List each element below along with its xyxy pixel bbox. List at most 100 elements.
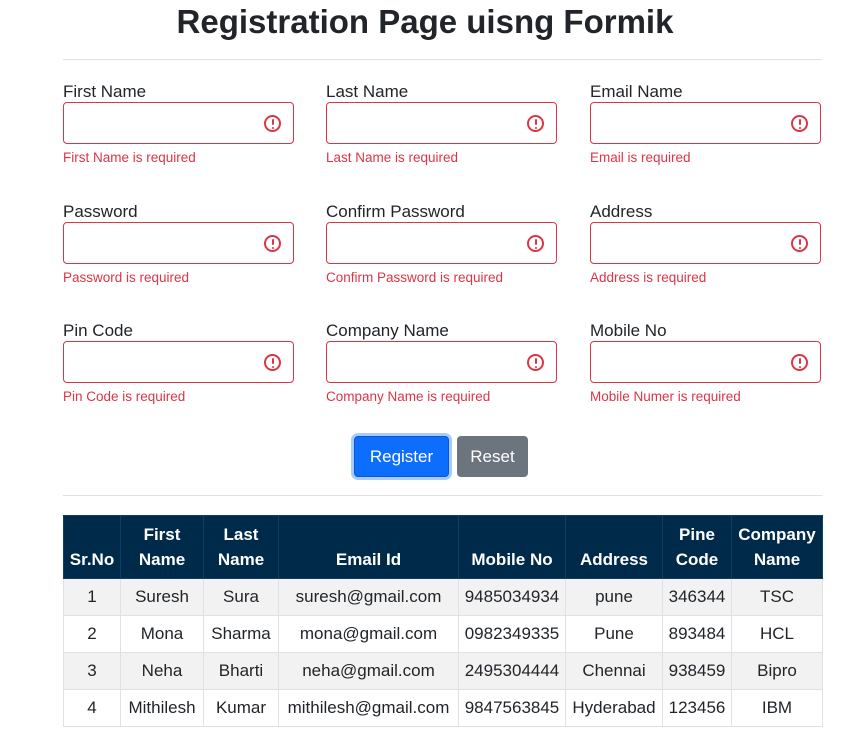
cell-mobile-no: 2495304444 [458, 652, 566, 690]
cell-last-name: Bharti [203, 652, 279, 690]
confirm-password-label: Confirm Password [326, 202, 465, 221]
email-group: Email Name Email is required [590, 80, 821, 165]
first-name-error: First Name is required [63, 150, 196, 165]
table-row: 1 Suresh Sura suresh@gmail.com 948503493… [63, 578, 823, 616]
table-row: 2 Mona Sharma mona@gmail.com 0982349335 … [63, 615, 823, 653]
address-input[interactable] [591, 223, 820, 263]
header-address: Address [565, 515, 663, 579]
last-name-error: Last Name is required [326, 150, 459, 165]
password-label: Password [63, 202, 138, 221]
cell-pine-code: 346344 [662, 578, 732, 616]
cell-first-name: Mithilesh [120, 689, 204, 727]
confirm-password-input[interactable] [327, 223, 556, 263]
cell-pine-code: 893484 [662, 615, 732, 653]
table-row: 3 Neha Bharti neha@gmail.com 2495304444 … [63, 652, 823, 690]
password-error: Password is required [63, 270, 190, 285]
cell-first-name: Suresh [120, 578, 204, 616]
mobile-no-box[interactable] [590, 341, 821, 383]
address-label: Address [590, 202, 653, 221]
email-label: Email Name [590, 82, 683, 101]
cell-sr-no: 2 [63, 615, 121, 653]
confirm-password-error: Confirm Password is required [326, 270, 504, 285]
cell-sr-no: 4 [63, 689, 121, 727]
exclamation-circle-icon [264, 354, 281, 371]
email-input[interactable] [591, 103, 820, 143]
cell-email-id: neha@gmail.com [278, 652, 459, 690]
password-box[interactable] [63, 222, 294, 264]
reset-button[interactable]: Reset [457, 436, 528, 477]
exclamation-circle-icon [791, 354, 808, 371]
exclamation-circle-icon [527, 115, 544, 132]
exclamation-circle-icon [791, 235, 808, 252]
mobile-no-group: Mobile No Mobile Numer is required [590, 319, 821, 404]
last-name-input[interactable] [327, 103, 556, 143]
first-name-label: First Name [63, 82, 147, 101]
exclamation-circle-icon [264, 235, 281, 252]
cell-address: Hyderabad [565, 689, 663, 727]
header-first-name: First Name [120, 515, 204, 579]
address-group: Address Address is required [590, 200, 821, 285]
mobile-no-label: Mobile No [590, 321, 667, 340]
first-name-box[interactable] [63, 102, 294, 144]
first-name-input[interactable] [64, 103, 293, 143]
users-table: Sr.No First Name Last Name Email Id Mobi… [63, 515, 823, 727]
header-last-name: Last Name [203, 515, 279, 579]
cell-pine-code: 123456 [662, 689, 732, 727]
last-name-label: Last Name [326, 82, 409, 101]
last-name-group: Last Name Last Name is required [326, 80, 557, 165]
header-company-name: Company Name [731, 515, 823, 579]
table-header-row: Sr.No First Name Last Name Email Id Mobi… [63, 515, 823, 579]
header-sr-no: Sr.No [63, 515, 121, 579]
cell-company-name: TSC [731, 578, 823, 616]
mobile-no-input[interactable] [591, 342, 820, 382]
header-pine-code: Pine Code [662, 515, 732, 579]
cell-mobile-no: 9847563845 [458, 689, 566, 727]
cell-mobile-no: 9485034934 [458, 578, 566, 616]
cell-email-id: mona@gmail.com [278, 615, 459, 653]
table-row: 4 Mithilesh Kumar mithilesh@gmail.com 98… [63, 689, 823, 727]
password-group: Password Password is required [63, 200, 294, 285]
cell-first-name: Mona [120, 615, 204, 653]
header-mobile-no: Mobile No [458, 515, 566, 579]
email-box[interactable] [590, 102, 821, 144]
register-button[interactable]: Register [354, 436, 449, 477]
cell-last-name: Kumar [203, 689, 279, 727]
company-name-box[interactable] [326, 341, 557, 383]
pin-code-box[interactable] [63, 341, 294, 383]
last-name-box[interactable] [326, 102, 557, 144]
address-error: Address is required [590, 270, 707, 285]
pin-code-label: Pin Code [63, 321, 133, 340]
page-title: Registration Page uisng Formik [176, 3, 674, 40]
header-email-id: Email Id [278, 515, 459, 579]
pin-code-error: Pin Code is required [63, 389, 186, 404]
cell-address: pune [565, 578, 663, 616]
email-error: Email is required [590, 150, 691, 165]
exclamation-circle-icon [527, 354, 544, 371]
cell-last-name: Sharma [203, 615, 279, 653]
confirm-password-group: Confirm Password Confirm Password is req… [326, 200, 557, 285]
company-name-input[interactable] [327, 342, 556, 382]
exclamation-circle-icon [264, 115, 281, 132]
cell-sr-no: 3 [63, 652, 121, 690]
cell-pine-code: 938459 [662, 652, 732, 690]
mobile-no-error: Mobile Numer is required [590, 389, 741, 404]
address-box[interactable] [590, 222, 821, 264]
pin-code-input[interactable] [64, 342, 293, 382]
first-name-group: First Name First Name is required [63, 80, 294, 165]
cell-first-name: Neha [120, 652, 204, 690]
company-name-group: Company Name Company Name is required [326, 319, 557, 404]
cell-company-name: HCL [731, 615, 823, 653]
cell-sr-no: 1 [63, 578, 121, 616]
password-input[interactable] [64, 223, 293, 263]
exclamation-circle-icon [527, 235, 544, 252]
cell-mobile-no: 0982349335 [458, 615, 566, 653]
company-name-label: Company Name [326, 321, 449, 340]
cell-address: Chennai [565, 652, 663, 690]
cell-last-name: Sura [203, 578, 279, 616]
cell-email-id: mithilesh@gmail.com [278, 689, 459, 727]
exclamation-circle-icon [791, 115, 808, 132]
cell-address: Pune [565, 615, 663, 653]
confirm-password-box[interactable] [326, 222, 557, 264]
cell-company-name: IBM [731, 689, 823, 727]
cell-company-name: Bipro [731, 652, 823, 690]
